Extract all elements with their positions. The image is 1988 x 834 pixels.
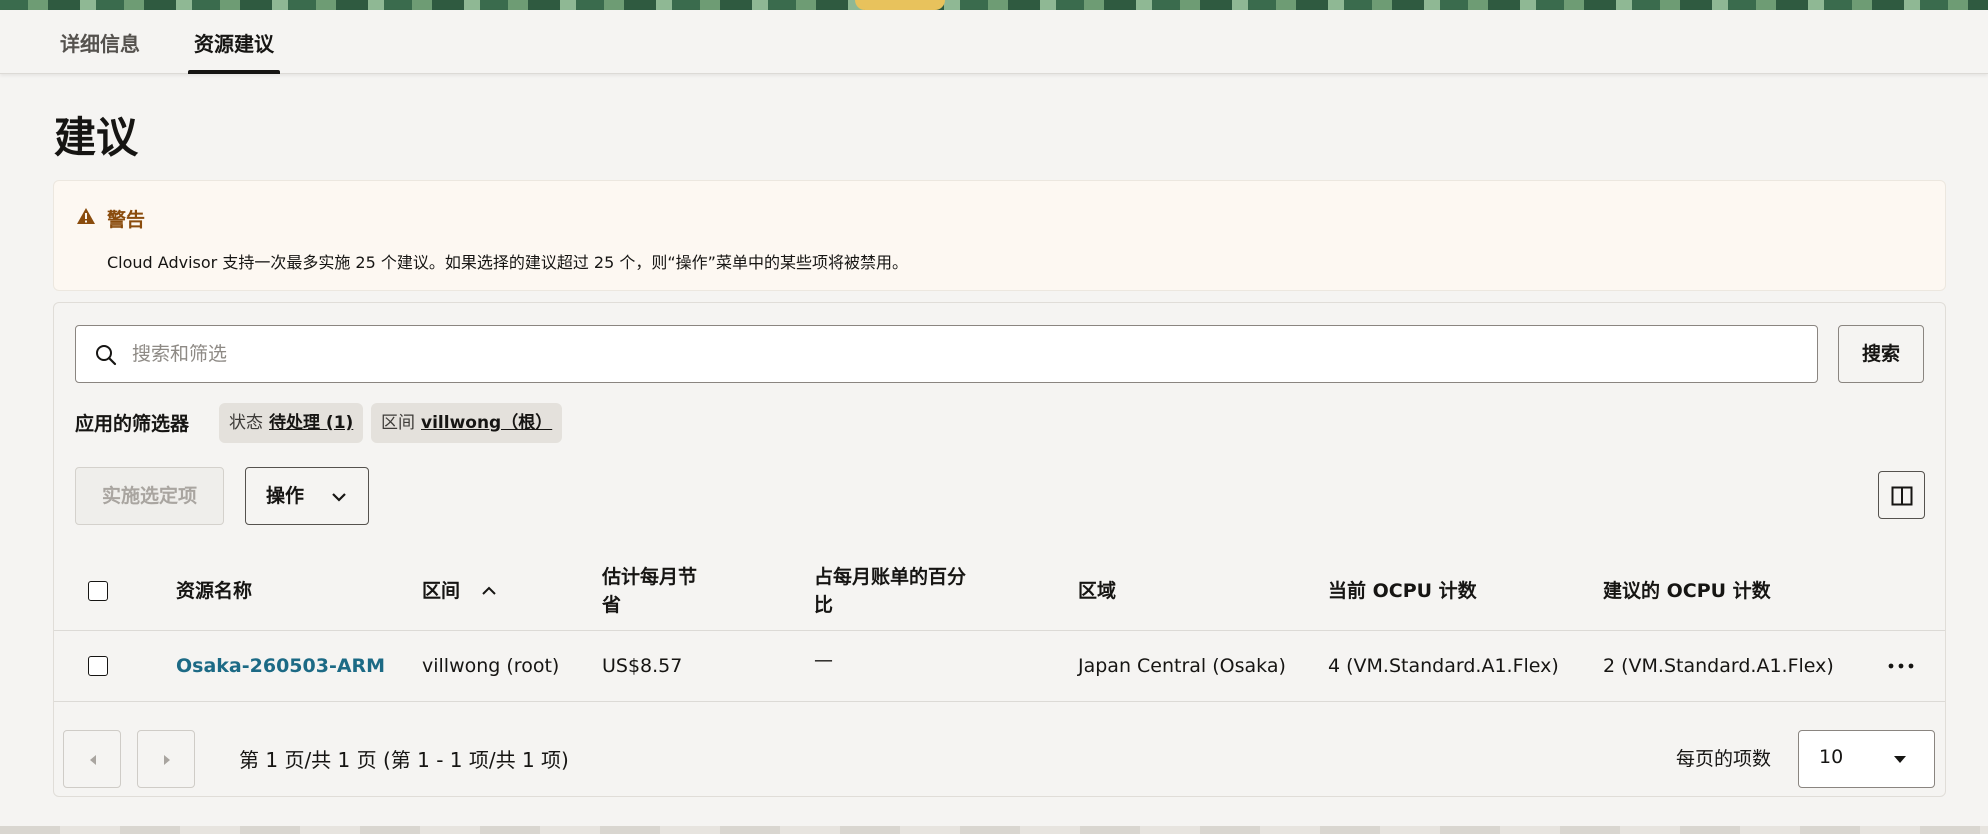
table-header: 资源名称 区间 估计每月节 省 占每月账单的百分 比 区域 当前 OCPU 计数… — [54, 551, 1945, 631]
chevron-down-icon — [332, 493, 346, 502]
header-banner — [0, 0, 1988, 10]
search-input[interactable] — [132, 326, 1802, 382]
search-button[interactable]: 搜索 — [1838, 325, 1924, 383]
pagination-info: 第 1 页/共 1 页 (第 1 - 1 项/共 1 项) — [239, 748, 569, 772]
manage-columns-button[interactable] — [1878, 471, 1925, 519]
triangle-right-icon — [164, 755, 170, 765]
search-box[interactable] — [75, 325, 1818, 383]
warning-text: Cloud Advisor 支持一次最多实施 25 个建议。如果选择的建议超过 … — [107, 253, 908, 272]
column-header-compartment[interactable]: 区间 — [422, 577, 497, 605]
applied-filters-label: 应用的筛选器 — [75, 413, 190, 435]
column-header-line: 省 — [602, 594, 622, 616]
actions-menu-button[interactable]: 操作 — [245, 467, 369, 525]
bottom-decoration — [0, 826, 1988, 834]
tab-resource-recommendations[interactable]: 资源建议 — [190, 28, 278, 57]
column-header-percent-of-bill[interactable]: 占每月账单的百分 比 — [814, 563, 966, 619]
per-page-value: 10 — [1819, 746, 1844, 768]
column-header-label: 区间 — [422, 580, 461, 602]
per-page-select[interactable]: 10 — [1798, 730, 1935, 788]
pagination-footer: 第 1 页/共 1 页 (第 1 - 1 项/共 1 项) 每页的项数 10 — [54, 702, 1945, 798]
columns-icon — [1891, 486, 1913, 506]
select-all-checkbox[interactable] — [88, 581, 108, 601]
column-header-line: 估计每月节 — [602, 566, 698, 588]
cell-compartment: villwong (root) — [422, 655, 560, 677]
resource-name-link[interactable]: Osaka-260503-ARM — [176, 652, 385, 680]
column-header-current-ocpu[interactable]: 当前 OCPU 计数 — [1328, 577, 1477, 605]
tab-details[interactable]: 详细信息 — [56, 28, 144, 57]
search-icon — [96, 345, 117, 366]
row-checkbox[interactable] — [88, 656, 108, 676]
cell-region: Japan Central (Osaka) — [1078, 655, 1286, 677]
sort-ascending-icon — [481, 586, 496, 595]
table-row: Osaka-260503-ARM villwong (root) US$8.57… — [54, 632, 1945, 702]
column-header-recommended-ocpu[interactable]: 建议的 OCPU 计数 — [1603, 577, 1771, 605]
filter-chip-value[interactable]: 待处理 (1) — [269, 413, 353, 433]
cell-percent: — — [814, 649, 833, 671]
cell-current-ocpu: 4 (VM.Standard.A1.Flex) — [1328, 655, 1559, 677]
filter-chip-key: 状态 — [229, 413, 263, 433]
column-header-estimated-savings[interactable]: 估计每月节 省 — [602, 563, 697, 619]
caret-down-icon — [1894, 756, 1906, 763]
column-header-line: 比 — [814, 594, 834, 616]
actions-label: 操作 — [266, 485, 305, 507]
warning-title: 警告 — [107, 209, 146, 231]
per-page-label: 每页的项数 — [1676, 748, 1772, 770]
previous-page-button[interactable] — [63, 730, 121, 788]
tab-bar: 详细信息 资源建议 — [0, 10, 1988, 74]
cell-recommended-ocpu: 2 (VM.Standard.A1.Flex) — [1603, 655, 1834, 677]
more-actions-icon[interactable] — [1885, 654, 1917, 678]
filter-chip-value[interactable]: villwong（根） — [421, 413, 552, 433]
column-header-region[interactable]: 区域 — [1078, 577, 1116, 605]
warning-triangle-icon — [77, 208, 95, 224]
column-header-line: 占每月账单的百分 — [814, 566, 967, 588]
triangle-left-icon — [90, 755, 96, 765]
banner-decoration — [855, 0, 945, 10]
recommendations-panel: 搜索 应用的筛选器 状态待处理 (1) 区间villwong（根） 实施选定项 … — [53, 302, 1946, 797]
warning-banner: 警告 Cloud Advisor 支持一次最多实施 25 个建议。如果选择的建议… — [53, 180, 1946, 291]
filter-chip-status[interactable]: 状态 待处理 (1) — [219, 403, 364, 443]
active-tab-indicator — [188, 70, 280, 74]
next-page-button[interactable] — [137, 730, 195, 788]
page-title: 建议 — [54, 113, 139, 162]
filter-chip-key: 区间 — [381, 413, 415, 433]
implement-selected-button[interactable]: 实施选定项 — [75, 467, 224, 525]
filter-chip-compartment[interactable]: 区间 villwong（根） — [371, 403, 563, 443]
cell-savings: US$8.57 — [602, 655, 683, 677]
column-header-resource-name[interactable]: 资源名称 — [176, 577, 252, 605]
